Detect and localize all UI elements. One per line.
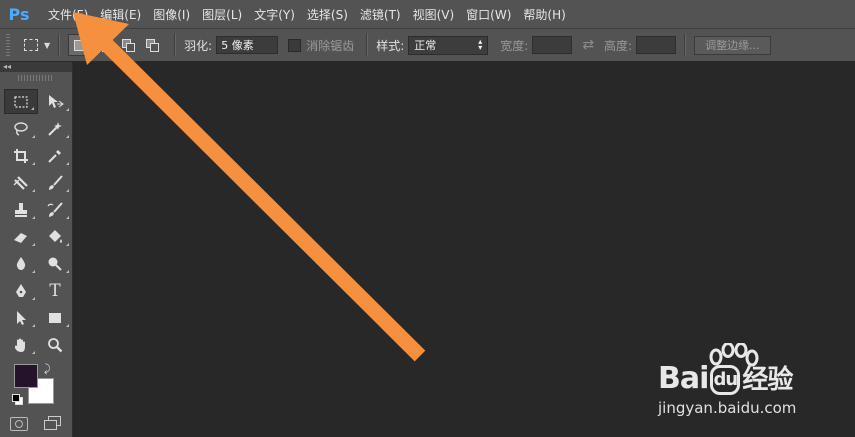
subtract-selection-icon: [122, 39, 136, 52]
healing-brush-tool[interactable]: [4, 170, 38, 195]
move-icon: [49, 94, 64, 108]
du-badge: du: [710, 364, 741, 395]
updown-icon: ▴ ▾: [478, 37, 483, 52]
pen-icon: [16, 283, 26, 297]
add-to-selection-button[interactable]: [94, 35, 114, 55]
photoshop-logo: Ps: [8, 4, 30, 24]
add-selection-icon: [98, 39, 112, 52]
style-select[interactable]: 正常 ▴ ▾: [408, 35, 489, 55]
eyedropper-tool[interactable]: [38, 143, 72, 168]
antialias-label: 消除锯齿: [306, 38, 355, 53]
watermark-brand: Bai du 经验: [658, 359, 793, 396]
swap-colors-icon[interactable]: ⤸: [44, 362, 51, 376]
menu-window[interactable]: 窗口(W): [460, 0, 517, 28]
marquee-icon: [14, 95, 28, 108]
crop-tool[interactable]: [4, 143, 38, 168]
menu-bar: Ps 文件(F) 编辑(E) 图像(I) 图层(L) 文字(Y) 选择(S) 滤…: [0, 0, 855, 29]
history-brush-icon: [47, 201, 63, 217]
watermark-brand-suffix: 经验: [742, 365, 793, 395]
type-icon: T: [49, 280, 61, 301]
move-tool[interactable]: [38, 89, 72, 114]
droplet-icon: [16, 256, 26, 270]
dodge-icon: [48, 257, 62, 271]
rectangle-icon: [49, 312, 61, 323]
brush-icon: [49, 174, 63, 190]
screen-mode-icon[interactable]: [44, 416, 61, 430]
hand-icon: [15, 338, 25, 352]
marquee-preset-icon: [24, 39, 38, 51]
quick-mask-icon[interactable]: [10, 417, 28, 431]
swap-dimensions-icon[interactable]: ⇄: [582, 37, 594, 53]
antialias-checkbox[interactable]: [288, 38, 302, 52]
new-selection-button[interactable]: [68, 34, 91, 56]
default-colors-icon[interactable]: [12, 394, 23, 405]
divider: [58, 34, 61, 56]
style-label: 样式:: [376, 38, 405, 53]
menu-layer[interactable]: 图层(L): [196, 0, 248, 28]
height-label: 高度:: [604, 38, 633, 53]
width-label: 宽度:: [500, 38, 529, 53]
eraser-icon: [14, 232, 27, 243]
baidu-jingyan-watermark: Bai du 经验 jingyan.baidu.com: [652, 343, 852, 423]
rectangular-marquee-tool[interactable]: [4, 89, 38, 114]
foreground-color-swatch[interactable]: [14, 364, 38, 388]
eyedropper-icon: [48, 149, 61, 163]
bucket-icon: [49, 229, 62, 243]
bandage-icon: [13, 175, 28, 190]
path-selection-tool[interactable]: [4, 305, 38, 330]
magic-wand-tool[interactable]: [38, 116, 72, 141]
collapse-panel-button[interactable]: ◂◂: [0, 62, 72, 72]
menu-select[interactable]: 选择(S): [301, 0, 354, 28]
menu-file[interactable]: 文件(F): [42, 0, 94, 28]
clone-stamp-tool[interactable]: [4, 197, 38, 222]
divider: [366, 34, 369, 56]
tool-preset-picker[interactable]: ▼: [24, 39, 50, 51]
type-tool[interactable]: T: [38, 278, 72, 303]
options-bar: ▼ 羽化: 5 像素 消除锯齿 样式: 正常 ▴ ▾ 宽度: ⇄ 高度: 调整边缘…: [0, 29, 855, 62]
menu-image[interactable]: 图像(I): [147, 0, 196, 28]
watermark-brand-prefix: Bai: [658, 361, 709, 396]
lasso-icon: [14, 121, 28, 136]
dodge-tool[interactable]: [38, 251, 72, 276]
menu-view[interactable]: 视图(V): [407, 0, 461, 28]
options-bar-grip[interactable]: [6, 34, 10, 56]
menu-type[interactable]: 文字(Y): [248, 0, 301, 28]
style-select-value: 正常: [414, 39, 437, 52]
stamp-icon: [15, 202, 27, 217]
divider: [684, 34, 687, 56]
arrow-cursor-icon: [17, 310, 26, 325]
divider: [174, 34, 177, 56]
intersect-selection-icon: [146, 39, 160, 52]
magic-wand-icon: [48, 121, 62, 136]
width-input[interactable]: [532, 36, 573, 54]
feather-label: 羽化:: [184, 38, 213, 53]
intersect-selection-button[interactable]: [142, 35, 162, 55]
refine-edge-button[interactable]: 调整边缘...: [694, 35, 771, 55]
crop-icon: [14, 148, 28, 163]
paint-bucket-tool[interactable]: [38, 224, 72, 249]
history-brush-tool[interactable]: [38, 197, 72, 222]
color-swatches: ⤸: [10, 362, 70, 412]
menu-filter[interactable]: 滤镜(T): [354, 0, 407, 28]
pen-tool[interactable]: [4, 278, 38, 303]
blur-tool[interactable]: [4, 251, 38, 276]
lasso-tool[interactable]: [4, 116, 38, 141]
subtract-selection-button[interactable]: [118, 35, 138, 55]
menu-edit[interactable]: 编辑(E): [94, 0, 147, 28]
magnifier-icon: [48, 337, 63, 352]
new-selection-icon: [73, 39, 85, 51]
rectangle-tool[interactable]: [38, 305, 72, 330]
tools-panel: ◂◂ T ⤸: [0, 62, 73, 437]
brush-tool[interactable]: [38, 170, 72, 195]
zoom-tool[interactable]: [38, 332, 72, 357]
eraser-tool[interactable]: [4, 224, 38, 249]
watermark-url: jingyan.baidu.com: [658, 399, 797, 417]
hand-tool[interactable]: [4, 332, 38, 357]
feather-input[interactable]: 5 像素: [216, 36, 279, 54]
menu-help[interactable]: 帮助(H): [517, 0, 571, 28]
height-input[interactable]: [636, 36, 677, 54]
chevron-down-icon: ▼: [44, 40, 51, 50]
